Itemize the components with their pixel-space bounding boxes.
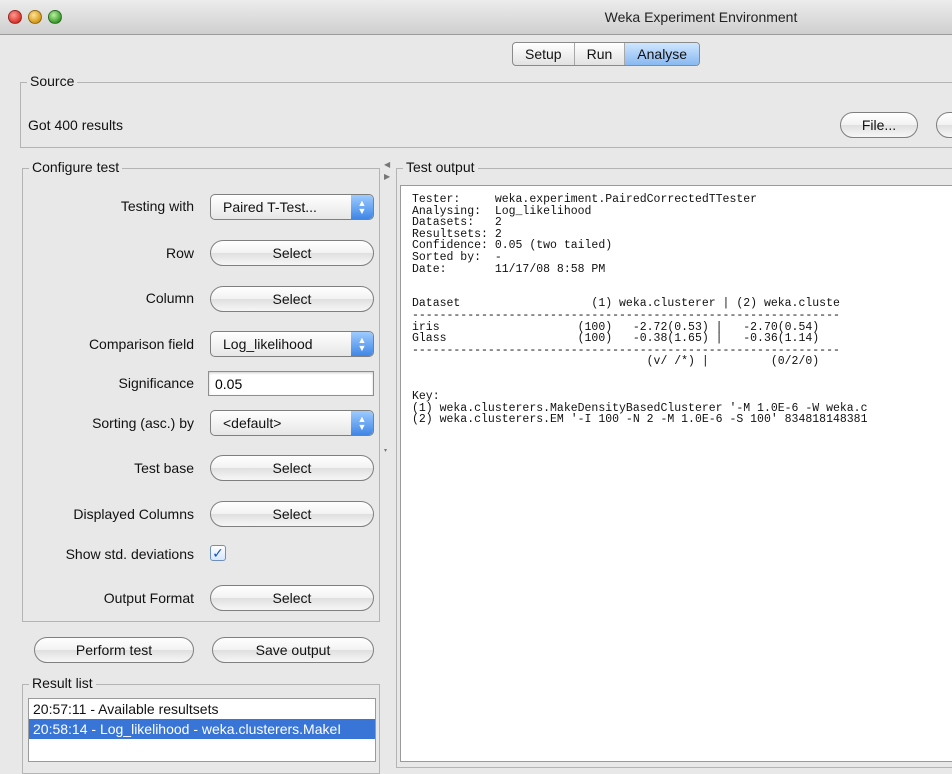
test-output-title: Test output [403, 159, 478, 175]
displayed-columns-select-button[interactable]: Select [210, 501, 374, 527]
significance-label: Significance [118, 375, 195, 391]
perform-test-button[interactable]: Perform test [34, 637, 194, 663]
testing-with-value: Paired T-Test... [223, 199, 317, 215]
row-select-button[interactable]: Select [210, 240, 374, 266]
testing-with-select[interactable]: Paired T-Test... ▲ ▼ [210, 194, 374, 220]
significance-input[interactable] [208, 371, 374, 396]
file-button[interactable]: File... [840, 112, 918, 138]
comparison-field-label: Comparison field [88, 336, 194, 352]
list-item[interactable]: 20:57:11 - Available resultsets [29, 699, 375, 719]
split-pane-divider[interactable]: ◀ ▶ ▾ [380, 160, 396, 762]
splitter-grip-icon: ▾ [384, 448, 388, 454]
updown-arrows-icon: ▲ ▼ [351, 411, 373, 435]
output-format-label: Output Format [103, 590, 194, 606]
sorting-value: <default> [223, 415, 282, 431]
sorting-label: Sorting (asc.) by [92, 415, 194, 431]
tab-analyse[interactable]: Analyse [625, 43, 700, 65]
displayed-columns-label: Displayed Columns [73, 506, 194, 522]
arrow-left-icon[interactable]: ◀ [384, 160, 390, 169]
result-list: 20:57:11 - Available resultsets 20:58:14… [28, 698, 376, 762]
title-bar: Weka Experiment Environment [0, 0, 952, 35]
save-output-button[interactable]: Save output [212, 637, 374, 663]
window-title: Weka Experiment Environment [604, 9, 798, 25]
column-label: Column [145, 290, 194, 306]
test-output-area[interactable]: Tester: weka.experiment.PairedCorrectedT… [400, 185, 952, 762]
arrow-right-icon[interactable]: ▶ [384, 172, 390, 181]
tab-bar: Setup Run Analyse [512, 42, 701, 66]
tab-run[interactable]: Run [575, 43, 626, 65]
test-base-label: Test base [134, 460, 194, 476]
testing-with-label: Testing with [120, 198, 194, 214]
source-group: Source [20, 73, 952, 148]
show-std-checkbox[interactable]: ✓ [210, 545, 226, 561]
comparison-field-value: Log_likelihood [223, 336, 313, 352]
list-item[interactable]: 20:58:14 - Log_likelihood - weka.cluster… [29, 719, 375, 739]
tab-setup[interactable]: Setup [513, 43, 575, 65]
sorting-select[interactable]: <default> ▲ ▼ [210, 410, 374, 436]
row-label: Row [165, 245, 194, 261]
output-format-select-button[interactable]: Select [210, 585, 374, 611]
updown-arrows-icon: ▲ ▼ [351, 332, 373, 356]
result-list-title: Result list [29, 675, 96, 691]
checkmark-icon: ✓ [212, 545, 224, 561]
configure-test-title: Configure test [29, 159, 123, 175]
source-group-title: Source [27, 73, 78, 89]
show-std-label: Show std. deviations [65, 546, 194, 562]
updown-arrows-icon: ▲ ▼ [351, 195, 373, 219]
column-select-button[interactable]: Select [210, 286, 374, 312]
test-output-text: Tester: weka.experiment.PairedCorrectedT… [412, 193, 868, 427]
comparison-field-select[interactable]: Log_likelihood ▲ ▼ [210, 331, 374, 357]
test-base-select-button[interactable]: Select [210, 455, 374, 481]
source-status: Got 400 results [28, 117, 123, 133]
